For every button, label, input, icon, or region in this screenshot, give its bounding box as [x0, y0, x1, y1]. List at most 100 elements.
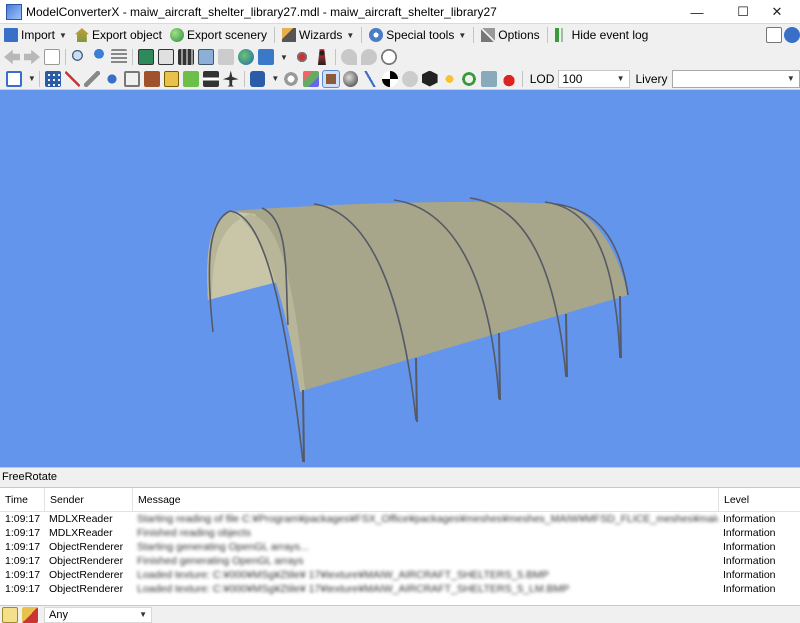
disabled-icon[interactable] [218, 49, 234, 65]
options-button[interactable]: Options [477, 25, 543, 45]
message-cell: Finished generating OpenGL arrays [137, 555, 304, 567]
level-filter-select[interactable]: Any ▼ [44, 606, 152, 623]
column-header-message[interactable]: Message [132, 488, 718, 512]
solid-icon[interactable] [143, 70, 160, 87]
checker-icon[interactable] [382, 70, 399, 87]
lod-label: LOD [529, 71, 555, 86]
message-cell: Starting reading of file C:¥Program¥pack… [137, 513, 718, 525]
teapot-icon[interactable] [500, 70, 517, 87]
export-object-button[interactable]: Export object [71, 25, 166, 45]
shadow-icon[interactable] [402, 70, 418, 87]
level-filter-value: Any [49, 608, 68, 621]
undo-icon[interactable] [340, 49, 357, 65]
list-icon[interactable] [111, 49, 127, 65]
event-log-icon [554, 28, 569, 42]
cube-icon[interactable] [303, 70, 319, 87]
export-scenery-button[interactable]: Export scenery [166, 25, 271, 45]
table-row[interactable]: 1:09:17 ObjectRenderer Starting generati… [0, 540, 800, 554]
special-tools-menu[interactable]: Special tools ▼ [365, 25, 470, 45]
close-button[interactable]: ✕ [754, 0, 800, 24]
toolbar-separator [65, 49, 66, 65]
document-icon[interactable] [766, 27, 782, 43]
ground-icon[interactable] [183, 70, 200, 87]
hide-event-log-button[interactable]: Hide event log [551, 25, 653, 45]
table-row[interactable]: 1:09:17 ObjectRenderer Loaded texture: C… [0, 582, 800, 596]
import-icon [4, 28, 18, 42]
sender-cell: ObjectRenderer [49, 555, 124, 567]
axes-icon[interactable] [64, 70, 81, 87]
wand-icon [282, 28, 297, 42]
hide-event-log-label: Hide event log [571, 28, 649, 42]
refresh-icon[interactable] [461, 70, 478, 87]
texture-mode-icon[interactable] [163, 70, 180, 87]
chevron-down-icon[interactable]: ▼ [280, 53, 288, 62]
light-icon[interactable] [283, 70, 300, 87]
message-cell: Starting generating OpenGL arrays... [137, 541, 309, 553]
material-icon[interactable] [321, 69, 340, 88]
tools-icon [481, 28, 496, 42]
sphere-icon[interactable] [342, 70, 359, 87]
table-row[interactable]: 1:09:17 ObjectRenderer Loaded texture: C… [0, 568, 800, 582]
table-row[interactable]: 1:09:17 MDLXReader Starting reading of f… [0, 512, 800, 526]
import-menu[interactable]: Import ▼ [0, 25, 71, 45]
person-icon[interactable] [317, 49, 326, 65]
special-tools-label: Special tools [386, 28, 455, 42]
page-icon[interactable] [44, 49, 60, 65]
texture-icon[interactable] [198, 49, 214, 65]
sender-cell: MDLXReader [49, 527, 113, 539]
minimize-button[interactable]: — [674, 0, 720, 24]
chevron-down-icon: ▼ [458, 30, 467, 40]
sender-cell: ObjectRenderer [49, 541, 124, 553]
earth-icon[interactable] [238, 49, 254, 65]
edit-log-icon[interactable] [2, 606, 18, 623]
image-icon[interactable] [138, 49, 154, 65]
table-row[interactable]: 1:09:17 MDLXReader Finished reading obje… [0, 526, 800, 540]
render-toolbar: ▼ ▼ LOD 100 ▼ Livery ▼ [0, 68, 800, 90]
eye-icon[interactable] [293, 49, 310, 65]
camera-icon[interactable] [249, 70, 266, 87]
bone-icon[interactable] [84, 70, 101, 87]
message-cell: Finished reading objects [137, 527, 251, 539]
gear-icon [369, 28, 384, 42]
3d-viewport[interactable] [0, 90, 800, 467]
chevron-down-icon[interactable]: ▼ [28, 74, 36, 83]
leg-back [619, 295, 622, 359]
film-icon[interactable] [178, 49, 194, 65]
clear-log-icon[interactable] [22, 606, 38, 623]
chevron-down-icon: ▼ [616, 74, 625, 83]
event-log-table[interactable]: Time Sender Message Level 1:09:17 MDLXRe… [0, 487, 800, 605]
nodes-icon[interactable] [104, 70, 120, 87]
effects-icon[interactable] [441, 70, 458, 87]
time-cell: 1:09:17 [5, 513, 41, 525]
pin-icon[interactable] [91, 49, 107, 65]
table-row[interactable]: 1:09:17 ObjectRenderer Finished generati… [0, 554, 800, 568]
grid-icon[interactable] [44, 70, 61, 87]
lod-value: 100 [562, 71, 583, 86]
column-header-sender[interactable]: Sender [44, 488, 132, 512]
mode-text: FreeRotate [2, 471, 58, 483]
zoom-icon[interactable] [71, 49, 87, 65]
fit-view-icon[interactable] [6, 70, 22, 87]
aircraft-icon[interactable] [222, 70, 239, 87]
network-icon[interactable] [258, 49, 274, 65]
column-header-time[interactable]: Time [0, 488, 44, 512]
preview-icon[interactable] [158, 49, 174, 65]
dark-cube-icon[interactable] [421, 70, 438, 87]
chevron-down-icon[interactable]: ▼ [271, 74, 279, 83]
wizards-menu[interactable]: Wizards ▼ [278, 25, 358, 45]
wireframe-icon[interactable] [123, 70, 140, 87]
leg-2 [415, 357, 418, 423]
pointer-icon[interactable] [481, 70, 497, 87]
lod-select[interactable]: 100 ▼ [558, 69, 630, 88]
shelter-model [207, 197, 629, 463]
import-label: Import [21, 28, 56, 42]
clock-icon[interactable] [380, 49, 397, 65]
column-header-level[interactable]: Level [718, 488, 800, 512]
help-icon[interactable] [784, 27, 800, 43]
forward-arrow-icon[interactable] [24, 49, 40, 65]
livery-select[interactable]: ▼ [671, 69, 800, 88]
normals-icon[interactable] [362, 70, 379, 87]
runway-icon[interactable] [203, 70, 219, 87]
back-arrow-icon[interactable] [4, 49, 20, 65]
redo-icon[interactable] [360, 49, 377, 65]
